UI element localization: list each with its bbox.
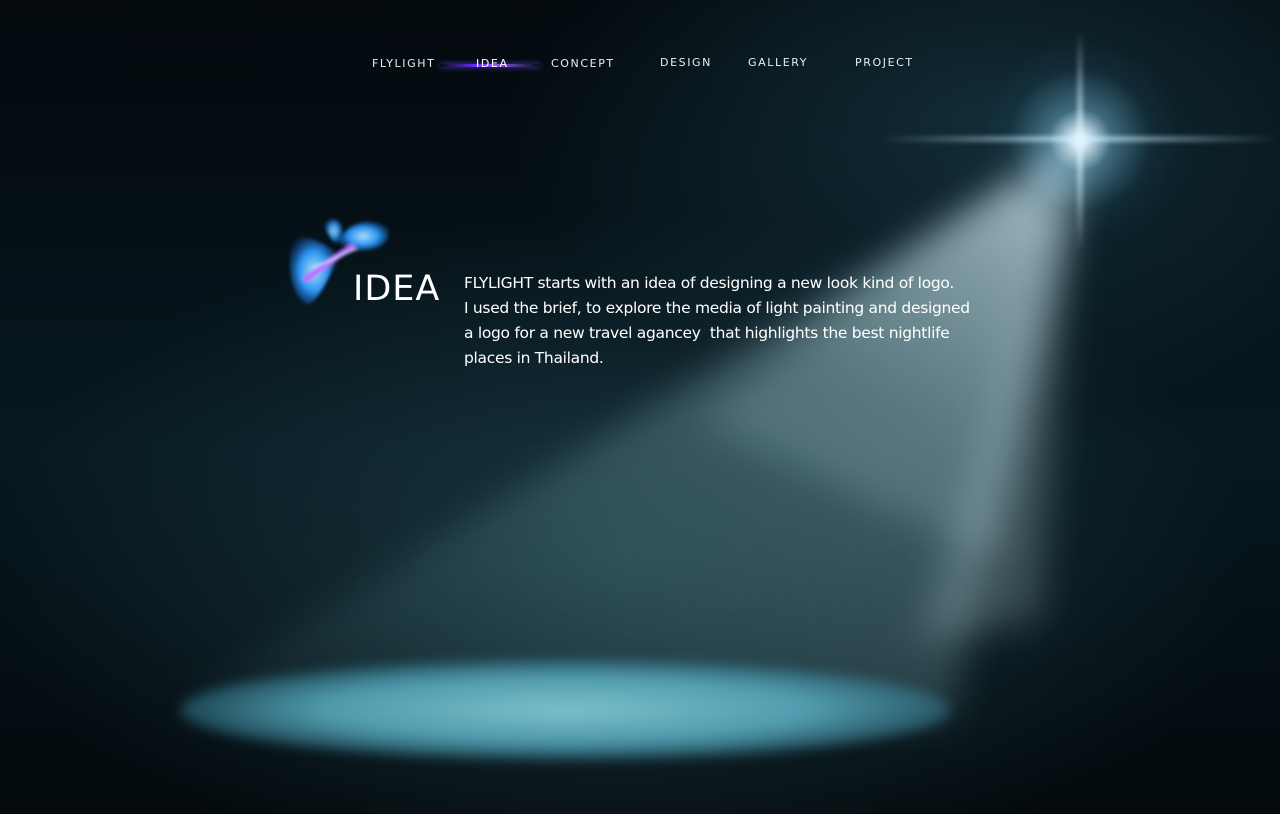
nav-item-concept[interactable]: CONCEPT	[551, 57, 615, 70]
floor-spotlight	[180, 660, 950, 760]
nav-item-project[interactable]: PROJECT	[855, 56, 914, 69]
page: FLYLIGHT IDEA CONCEPT DESIGN GALLERY PRO…	[0, 0, 1280, 814]
section-title: IDEA	[353, 269, 441, 309]
description-line: FLYLIGHT starts with an idea of designin…	[464, 274, 954, 292]
nav-item-flylight[interactable]: FLYLIGHT	[372, 57, 435, 70]
description-line: a logo for a new travel agancey that hig…	[464, 324, 950, 342]
nav-item-design[interactable]: DESIGN	[660, 56, 712, 69]
nav-item-idea[interactable]: IDEA	[476, 57, 509, 70]
section-description: FLYLIGHT starts with an idea of designin…	[464, 271, 970, 371]
main-nav: FLYLIGHT IDEA CONCEPT DESIGN GALLERY PRO…	[0, 56, 1280, 77]
description-line: places in Thailand.	[464, 349, 604, 367]
description-line: I used the brief, to explore the media o…	[464, 299, 970, 317]
nav-item-gallery[interactable]: GALLERY	[748, 56, 808, 69]
